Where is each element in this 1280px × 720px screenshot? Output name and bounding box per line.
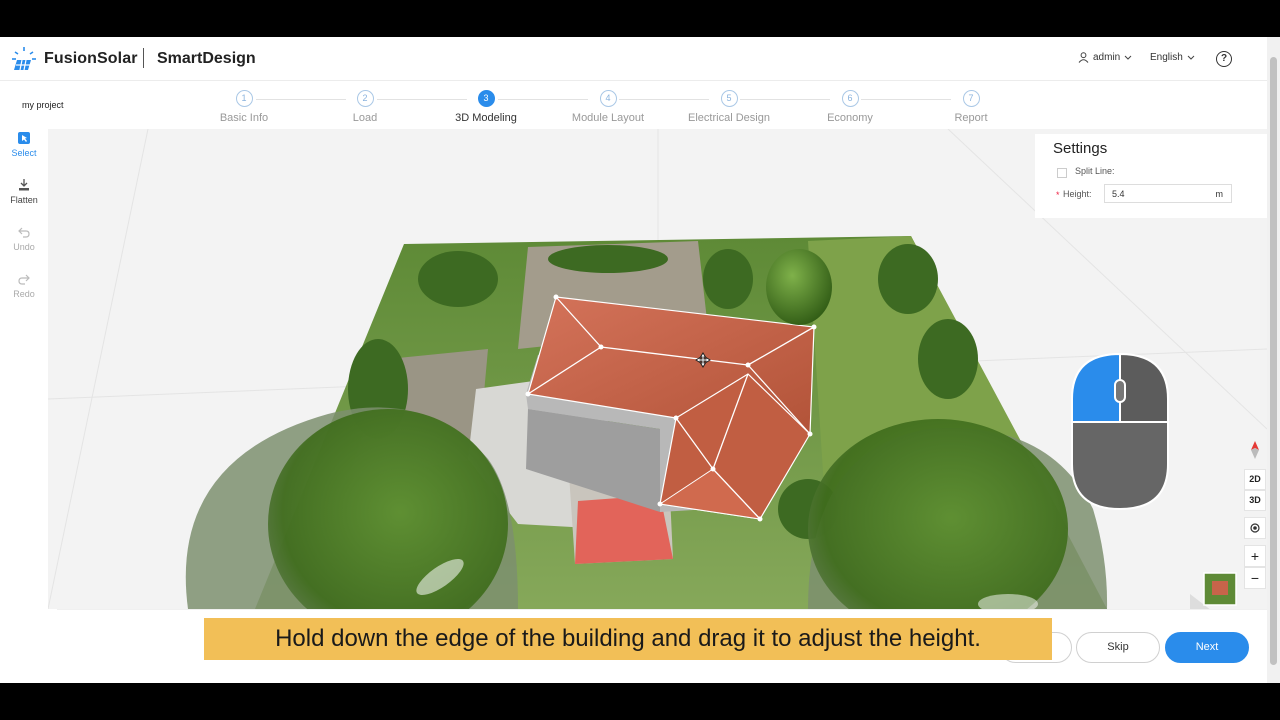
brand-name: FusionSolar: [44, 50, 138, 67]
view-2d-button[interactable]: 2D: [1244, 469, 1266, 490]
step-module-layout[interactable]: 4 Module Layout: [548, 90, 668, 124]
brand-divider: [143, 48, 144, 68]
flatten-tool[interactable]: Flatten: [0, 178, 48, 205]
undo-tool[interactable]: Undo: [0, 225, 48, 252]
select-tool[interactable]: Select: [0, 131, 48, 158]
language-selector[interactable]: English: [1150, 52, 1195, 63]
app-window: FusionSolar SmartDesign admin English ? …: [0, 37, 1280, 683]
zoom-in-button[interactable]: +: [1244, 545, 1266, 567]
step-number: 3: [477, 90, 495, 107]
undo-label: Undo: [13, 242, 35, 252]
scrollbar-thumb[interactable]: [1270, 57, 1277, 665]
undo-icon: [18, 227, 30, 238]
wizard-stepper: my project 1 Basic Info 2 Load 3 3D Mode…: [0, 82, 1267, 129]
overview-thumbnail[interactable]: [1190, 572, 1237, 609]
chevron-down-icon: [1124, 55, 1132, 60]
skip-button[interactable]: Skip: [1076, 632, 1160, 663]
step-label: Economy: [827, 112, 873, 124]
step-label: Electrical Design: [688, 112, 770, 124]
product-name: SmartDesign: [157, 50, 256, 67]
redo-tool[interactable]: Redo: [0, 272, 48, 299]
height-value: 5.4: [1112, 189, 1125, 199]
step-label: Load: [352, 112, 378, 124]
flatten-icon: [19, 179, 29, 191]
step-label: Module Layout: [571, 112, 645, 124]
help-icon[interactable]: ?: [1216, 51, 1232, 67]
step-number: 6: [841, 90, 859, 107]
step-economy[interactable]: 6 Economy: [790, 90, 910, 124]
chevron-down-icon: [1187, 55, 1195, 60]
step-basic-info[interactable]: 1 Basic Info: [184, 90, 304, 124]
project-name: my project: [22, 100, 64, 110]
settings-title: Settings: [1053, 140, 1108, 157]
view-3d-button[interactable]: 3D: [1244, 490, 1266, 511]
next-button[interactable]: Next: [1165, 632, 1249, 663]
redo-icon: [18, 274, 30, 285]
step-load[interactable]: 2 Load: [305, 90, 425, 124]
step-report[interactable]: 7 Report: [911, 90, 1031, 124]
step-number: 1: [235, 90, 253, 107]
language-label: English: [1150, 52, 1183, 63]
step-electrical-design[interactable]: 5 Electrical Design: [669, 90, 789, 124]
height-unit: m: [1215, 189, 1224, 199]
required-asterisk: *: [1056, 190, 1060, 200]
user-menu[interactable]: admin: [1078, 52, 1132, 63]
step-number: 4: [599, 90, 617, 107]
step-label: 3D Modeling: [455, 112, 517, 124]
step-number: 5: [720, 90, 738, 107]
step-3d-modeling[interactable]: 3 3D Modeling: [426, 90, 546, 124]
step-label: Basic Info: [219, 112, 269, 124]
left-toolbar: Select Flatten Undo Redo: [0, 129, 48, 683]
height-label: Height:: [1063, 189, 1092, 199]
top-header: FusionSolar SmartDesign admin English ?: [0, 37, 1267, 81]
fusionsolar-logo-icon: [12, 47, 36, 71]
vertical-scrollbar[interactable]: [1267, 37, 1280, 683]
select-label: Select: [11, 148, 37, 158]
locate-button[interactable]: [1244, 517, 1266, 539]
step-number: 7: [962, 90, 980, 107]
tutorial-caption: Hold down the edge of the building and d…: [204, 618, 1052, 660]
flatten-label: Flatten: [10, 195, 38, 205]
tree-model[interactable]: [766, 249, 832, 325]
split-line-label: Split Line:: [1075, 166, 1115, 176]
user-icon: [1078, 52, 1089, 63]
height-input[interactable]: 5.4 m: [1104, 184, 1232, 203]
redo-label: Redo: [13, 289, 35, 299]
mouse-hint-icon: [1071, 352, 1169, 511]
step-label: Report: [954, 112, 988, 124]
zoom-out-button[interactable]: −: [1244, 567, 1266, 589]
step-number: 2: [356, 90, 374, 107]
compass-icon[interactable]: [1244, 441, 1266, 461]
settings-panel: Settings Split Line: * Height: 5.4 m: [1035, 134, 1267, 218]
select-icon: [18, 132, 30, 144]
locate-icon: [1250, 523, 1260, 533]
user-name: admin: [1093, 52, 1121, 63]
split-line-checkbox[interactable]: [1057, 168, 1067, 178]
